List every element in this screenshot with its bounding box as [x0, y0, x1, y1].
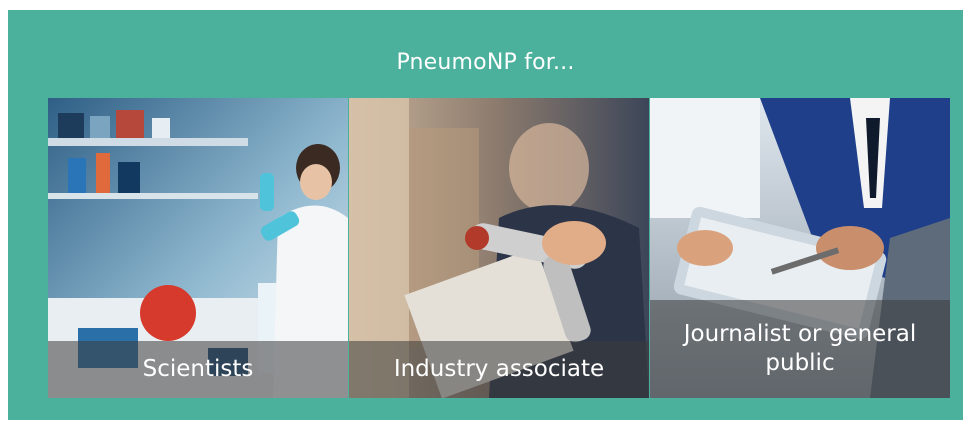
- audience-panel: PneumoNP for... Scientists Industry asso…: [8, 10, 963, 420]
- card-scientists[interactable]: Scientists: [48, 98, 348, 398]
- audience-cards: Scientists Industry associate Journalist…: [48, 98, 951, 398]
- card-caption: Industry associate: [349, 341, 649, 398]
- card-industry-associate[interactable]: Industry associate: [349, 98, 649, 398]
- card-caption: Journalist or general public: [650, 300, 950, 398]
- card-journalist-public[interactable]: Journalist or general public: [650, 98, 950, 398]
- section-title: PneumoNP for...: [396, 50, 575, 75]
- card-caption: Scientists: [48, 341, 348, 398]
